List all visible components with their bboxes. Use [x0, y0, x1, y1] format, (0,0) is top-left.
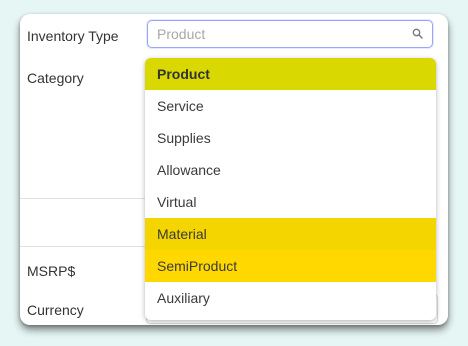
dropdown-option-virtual[interactable]: Virtual: [145, 186, 436, 218]
inventory-type-label: Inventory Type: [27, 28, 119, 44]
option-label: Material: [157, 226, 207, 242]
search-icon: [412, 28, 423, 39]
option-label: Service: [157, 98, 204, 114]
option-label: Product: [157, 66, 210, 82]
category-label: Category: [27, 70, 84, 86]
inventory-type-search-field[interactable]: [147, 20, 433, 48]
dropdown-option-semiproduct[interactable]: SemiProduct: [145, 250, 436, 282]
msrp-label: MSRP$: [27, 263, 76, 279]
dropdown-option-supplies[interactable]: Supplies: [145, 122, 436, 154]
option-label: SemiProduct: [157, 258, 238, 274]
divider: [20, 246, 146, 247]
form-panel: Inventory Type Category MSRP$ Currency P…: [20, 14, 448, 325]
dropdown-option-service[interactable]: Service: [145, 90, 436, 122]
option-label: Virtual: [157, 194, 197, 210]
dropdown-option-product[interactable]: Product: [145, 58, 436, 90]
divider: [20, 198, 146, 199]
option-label: Supplies: [157, 130, 211, 146]
dropdown-option-material[interactable]: Material: [145, 218, 436, 250]
dropdown-option-allowance[interactable]: Allowance: [145, 154, 436, 186]
option-label: Allowance: [157, 162, 221, 178]
inventory-type-dropdown: Product Service Supplies Allowance Virtu…: [145, 58, 436, 320]
option-label: Auxiliary: [157, 290, 210, 306]
currency-label: Currency: [27, 302, 84, 318]
dropdown-option-auxiliary[interactable]: Auxiliary: [145, 282, 436, 314]
inventory-type-search-input[interactable]: [157, 25, 397, 43]
